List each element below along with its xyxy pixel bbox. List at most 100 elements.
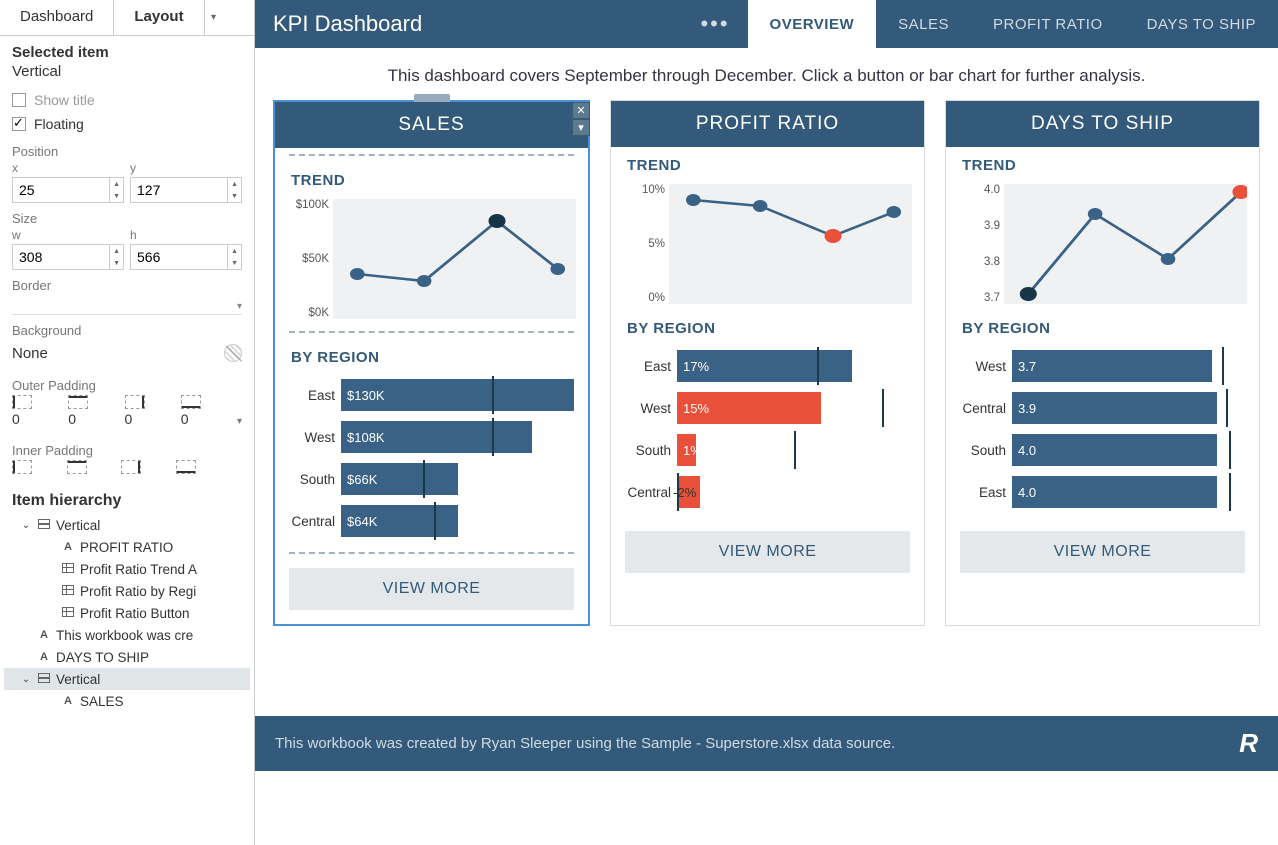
trend-label: TREND bbox=[946, 147, 1259, 178]
size-label: Size bbox=[0, 203, 254, 228]
nav-tab-sales[interactable]: SALES bbox=[876, 0, 971, 48]
position-y-input[interactable]: ▲▼ bbox=[130, 177, 242, 203]
region-row[interactable]: Central$64K bbox=[289, 500, 574, 542]
dashboard-subtitle: This dashboard covers September through … bbox=[255, 48, 1278, 100]
dashboard-nav-tabs: OVERVIEWSALESPROFIT RATIODAYS TO SHIP bbox=[748, 0, 1278, 48]
sales-trend-chart[interactable] bbox=[333, 199, 576, 319]
background-swatch-icon[interactable] bbox=[224, 344, 242, 362]
spin-down-icon[interactable]: ▼ bbox=[228, 190, 241, 202]
tree-item[interactable]: Profit Ratio Button bbox=[4, 602, 250, 624]
region-bar: 1% bbox=[677, 433, 910, 467]
panel-tabs-menu-icon[interactable]: ▾ bbox=[205, 0, 223, 35]
region-label: West bbox=[289, 430, 341, 445]
ipad-right-icon[interactable] bbox=[121, 460, 141, 474]
days-trend-chart[interactable] bbox=[1004, 184, 1247, 304]
spin-up-icon[interactable]: ▲ bbox=[228, 178, 241, 190]
ipad-top-icon[interactable] bbox=[67, 460, 87, 474]
tree-item[interactable]: ⌄Vertical bbox=[4, 514, 250, 536]
nav-tab-days-to-ship[interactable]: DAYS TO SHIP bbox=[1125, 0, 1278, 48]
pad-dropdown-icon[interactable]: ▾ bbox=[237, 416, 242, 427]
spin-up-icon[interactable]: ▲ bbox=[110, 178, 123, 190]
nav-tab-profit-ratio[interactable]: PROFIT RATIO bbox=[971, 0, 1125, 48]
tab-layout[interactable]: Layout bbox=[114, 0, 204, 35]
position-y-label: y bbox=[130, 161, 242, 175]
profit-region-chart[interactable]: East17%West15%South1%Central-2% bbox=[611, 341, 924, 517]
pad-left-icon[interactable] bbox=[12, 395, 32, 409]
reference-line bbox=[434, 502, 436, 540]
card-days-to-ship[interactable]: DAYS TO SHIP TREND 4.03.93.83.7 BY REGIO… bbox=[945, 100, 1260, 626]
card-sales-title: SALES bbox=[275, 102, 588, 148]
region-row[interactable]: West3.7 bbox=[960, 345, 1245, 387]
position-x-input[interactable]: ▲▼ bbox=[12, 177, 124, 203]
drag-handle-icon[interactable] bbox=[414, 94, 450, 102]
tree-item[interactable]: Profit Ratio Trend A bbox=[4, 558, 250, 580]
more-icon[interactable]: ••• bbox=[700, 11, 729, 37]
region-row[interactable]: Central-2% bbox=[625, 471, 910, 513]
chevron-down-icon[interactable]: ▾ bbox=[572, 119, 590, 136]
border-dropdown-icon[interactable]: ▾ bbox=[237, 301, 242, 312]
reference-line bbox=[1226, 389, 1228, 427]
region-row[interactable]: East17% bbox=[625, 345, 910, 387]
background-value[interactable]: None bbox=[12, 345, 48, 362]
tree-item[interactable]: APROFIT RATIO bbox=[4, 536, 250, 558]
ipad-bottom-icon[interactable] bbox=[176, 460, 196, 474]
region-row[interactable]: East4.0 bbox=[960, 471, 1245, 513]
region-row[interactable]: West15% bbox=[625, 387, 910, 429]
reference-line bbox=[1222, 347, 1224, 385]
pad-bottom-icon[interactable] bbox=[181, 395, 201, 409]
tree-item[interactable]: ⌄Vertical bbox=[4, 668, 250, 690]
card-sales[interactable]: ✕ ▾ SALES TREND $100K$50K$0K BY REGION E… bbox=[273, 100, 590, 626]
floating-checkbox[interactable] bbox=[12, 117, 26, 131]
region-label: West bbox=[960, 359, 1012, 374]
region-row[interactable]: South4.0 bbox=[960, 429, 1245, 471]
size-w-input[interactable]: ▲▼ bbox=[12, 244, 124, 270]
view-more-button[interactable]: VIEW MORE bbox=[960, 531, 1245, 573]
close-icon[interactable]: ✕ bbox=[572, 102, 590, 119]
card-profit-ratio[interactable]: PROFIT RATIO TREND 10%5%0% BY REGION Eas… bbox=[610, 100, 925, 626]
view-more-button[interactable]: VIEW MORE bbox=[289, 568, 574, 610]
tree-item[interactable]: ASALES bbox=[4, 690, 250, 712]
card-profit-title: PROFIT RATIO bbox=[611, 101, 924, 147]
trend-axis: $100K$50K$0K bbox=[291, 199, 333, 319]
caret-icon[interactable]: ⌄ bbox=[20, 520, 32, 531]
tree-item[interactable]: ADAYS TO SHIP bbox=[4, 646, 250, 668]
position-label: Position bbox=[0, 136, 254, 161]
nav-tab-overview[interactable]: OVERVIEW bbox=[748, 0, 877, 48]
dashboard-footer: This workbook was created by Ryan Sleepe… bbox=[255, 716, 1278, 771]
pad-top-icon[interactable] bbox=[68, 395, 88, 409]
tree-item[interactable]: Profit Ratio by Regi bbox=[4, 580, 250, 602]
spin-up-icon[interactable]: ▲ bbox=[110, 245, 123, 257]
region-row[interactable]: South$66K bbox=[289, 458, 574, 500]
view-more-button[interactable]: VIEW MORE bbox=[625, 531, 910, 573]
axis-tick: 4.0 bbox=[962, 184, 1000, 196]
spin-down-icon[interactable]: ▼ bbox=[228, 257, 241, 269]
region-row[interactable]: West$108K bbox=[289, 416, 574, 458]
spin-down-icon[interactable]: ▼ bbox=[110, 190, 123, 202]
spin-down-icon[interactable]: ▼ bbox=[110, 257, 123, 269]
region-row[interactable]: South1% bbox=[625, 429, 910, 471]
trend-axis: 10%5%0% bbox=[627, 184, 669, 304]
ipad-left-icon[interactable] bbox=[12, 460, 32, 474]
spin-up-icon[interactable]: ▲ bbox=[228, 245, 241, 257]
sheet-icon bbox=[60, 563, 76, 576]
item-hierarchy-title: Item hierarchy bbox=[0, 484, 254, 514]
size-h-input[interactable]: ▲▼ bbox=[130, 244, 242, 270]
tree-item[interactable]: AThis workbook was cre bbox=[4, 624, 250, 646]
A-icon: A bbox=[60, 541, 76, 553]
reference-line bbox=[677, 473, 679, 511]
pad-bottom-value: 0 bbox=[181, 411, 231, 427]
sales-region-chart[interactable]: East$130KWest$108KSouth$66KCentral$64K bbox=[275, 370, 588, 546]
region-row[interactable]: Central3.9 bbox=[960, 387, 1245, 429]
pad-right-icon[interactable] bbox=[125, 395, 145, 409]
region-bar: 3.9 bbox=[1012, 391, 1245, 425]
region-row[interactable]: East$130K bbox=[289, 374, 574, 416]
caret-icon[interactable]: ⌄ bbox=[20, 674, 32, 685]
show-title-checkbox[interactable] bbox=[12, 93, 26, 107]
tab-dashboard[interactable]: Dashboard bbox=[0, 0, 114, 35]
axis-tick: 3.8 bbox=[962, 256, 1000, 268]
profit-trend-chart[interactable] bbox=[669, 184, 912, 304]
region-bar: $64K bbox=[341, 504, 574, 538]
bar: 4.0 bbox=[1012, 476, 1217, 508]
days-region-chart[interactable]: West3.7Central3.9South4.0East4.0 bbox=[946, 341, 1259, 517]
region-label: East bbox=[625, 359, 677, 374]
